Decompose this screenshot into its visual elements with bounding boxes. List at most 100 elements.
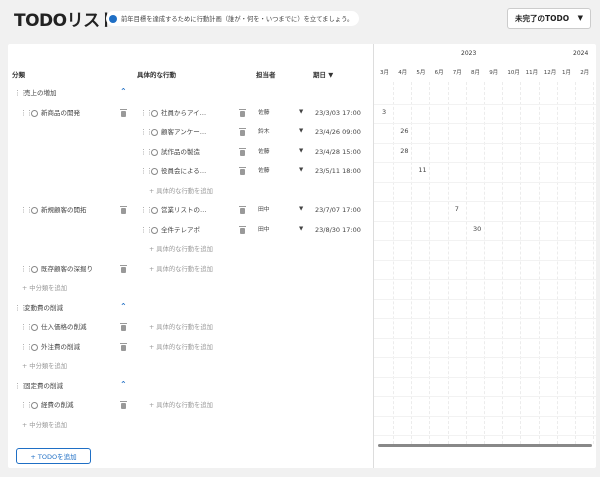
gantt-month-label: 11月	[525, 70, 539, 76]
gantt-row-line	[374, 123, 596, 124]
gantt-month-label: 9月	[489, 70, 499, 76]
complete-check-icon[interactable]	[151, 207, 158, 214]
gantt-due-marker: 26	[400, 127, 409, 135]
gantt-row-line	[374, 279, 596, 280]
owner-value[interactable]: 佐藤	[258, 108, 270, 118]
gantt-month-label: 6月	[434, 70, 444, 76]
complete-check-icon[interactable]	[31, 265, 38, 273]
add-subcategory-link[interactable]: + 中分類を追加	[22, 283, 67, 292]
complete-check-icon[interactable]	[31, 343, 38, 351]
gantt-row-line	[374, 181, 596, 183]
owner-dropdown-icon[interactable]: ▼	[299, 109, 303, 115]
subcategory-name: 仕入価格の削減	[41, 323, 87, 331]
add-todo-button[interactable]: + TODOを追加	[16, 448, 91, 464]
column-header-due-label: 期日	[313, 71, 326, 79]
trash-icon[interactable]	[120, 206, 127, 214]
trash-icon[interactable]	[120, 342, 127, 351]
trash-icon[interactable]	[239, 206, 246, 214]
owner-value[interactable]: 田中	[258, 205, 270, 215]
collapse-chevron-icon[interactable]: ⌃	[120, 302, 127, 311]
gantt-gridline	[575, 82, 576, 444]
gantt-gridline	[465, 82, 467, 444]
todo-filter-select[interactable]: 未完了のTODO ▼	[507, 8, 591, 29]
add-action-link[interactable]: + 具体的な行動を追加	[149, 264, 213, 273]
collapse-chevron-icon[interactable]: ⌃	[120, 380, 127, 389]
add-action-link[interactable]: + 具体的な行動を追加	[149, 400, 213, 409]
trash-icon[interactable]	[239, 108, 246, 117]
gantt-row-line	[374, 220, 596, 222]
complete-check-icon[interactable]	[31, 402, 38, 409]
chevron-down-icon: ▼	[577, 14, 583, 22]
add-action-link[interactable]: + 具体的な行動を追加	[149, 186, 213, 195]
owner-value[interactable]: 田中	[258, 225, 270, 235]
add-subcategory-link[interactable]: + 中分類を追加	[22, 361, 67, 370]
add-subcategory-link[interactable]: + 中分類を追加	[22, 420, 67, 429]
due-date-value[interactable]: 23/3/03 17:00	[315, 108, 361, 118]
gantt-month-label: 2月	[580, 70, 590, 76]
due-date-value[interactable]: 23/4/28 15:00	[315, 147, 361, 157]
gantt-gridline	[393, 82, 394, 444]
gantt-gridline	[447, 82, 449, 444]
complete-check-icon[interactable]	[151, 129, 158, 136]
owner-dropdown-icon[interactable]: ▼	[299, 148, 303, 154]
gantt-due-marker: 7	[454, 205, 459, 213]
action-text[interactable]: 試作品の製造	[161, 147, 200, 157]
complete-check-icon[interactable]	[151, 109, 158, 117]
gantt-gridline	[502, 82, 504, 444]
action-text[interactable]: 営業リストの…	[161, 205, 207, 215]
todo-table: 分類 具体的な行動 担当者 期日 ▼ ⋮⋮ 売上の増加 ⌃ ⋮⋮ 新商品の開発 ⋮⋮ 社員か…	[8, 44, 373, 468]
gantt-month-label: 12月	[543, 70, 557, 76]
trash-icon[interactable]	[239, 147, 246, 156]
column-header-owner: 担当者	[256, 71, 276, 79]
trash-icon[interactable]	[239, 225, 246, 234]
column-header-due[interactable]: 期日 ▼	[313, 69, 333, 79]
gantt-gridline	[538, 82, 540, 444]
gantt-horizontal-scrollbar[interactable]	[378, 444, 592, 447]
owner-dropdown-icon[interactable]: ▼	[299, 206, 303, 212]
complete-check-icon[interactable]	[31, 324, 38, 331]
complete-check-icon[interactable]	[151, 168, 158, 175]
gantt-month-label: 7月	[452, 70, 462, 76]
gantt-due-marker: 28	[400, 146, 409, 155]
owner-value[interactable]: 佐藤	[258, 147, 270, 157]
trash-icon[interactable]	[120, 264, 127, 273]
gantt-row-line	[374, 201, 596, 202]
owner-value[interactable]: 佐藤	[258, 166, 270, 176]
gantt-gridline	[429, 82, 431, 444]
gantt-row-line	[374, 298, 596, 300]
gantt-row-line	[374, 142, 596, 144]
gantt-month-label: 8月	[471, 70, 480, 76]
gantt-row-line	[374, 337, 596, 339]
gantt-due-marker: 30	[473, 224, 482, 233]
collapse-chevron-icon[interactable]: ⌃	[120, 87, 127, 96]
group-name: 売上の増加	[24, 89, 57, 97]
add-action-link[interactable]: + 具体的な行動を追加	[149, 322, 213, 331]
add-action-link[interactable]: + 具体的な行動を追加	[149, 244, 213, 253]
owner-dropdown-icon[interactable]: ▼	[299, 226, 303, 232]
due-date-value[interactable]: 23/5/11 18:00	[315, 166, 361, 176]
owner-dropdown-icon[interactable]: ▼	[299, 128, 303, 134]
group-name: 変動費の削減	[24, 303, 63, 312]
due-date-value[interactable]: 23/7/07 17:00	[315, 205, 361, 215]
complete-check-icon[interactable]	[31, 109, 38, 117]
subcategory-name: 外注費の削減	[41, 342, 80, 351]
owner-dropdown-icon[interactable]: ▼	[299, 167, 303, 173]
due-date-value[interactable]: 23/4/26 09:00	[315, 127, 361, 137]
add-action-link[interactable]: + 具体的な行動を追加	[149, 342, 213, 351]
trash-icon[interactable]	[120, 108, 127, 117]
trash-icon[interactable]	[120, 323, 127, 331]
complete-check-icon[interactable]	[151, 148, 158, 156]
action-text[interactable]: 社員からアイ…	[161, 108, 206, 118]
trash-icon[interactable]	[120, 401, 127, 409]
action-text[interactable]: 顧客アンケー…	[161, 127, 206, 137]
due-date-value[interactable]: 23/8/30 17:00	[315, 225, 361, 235]
trash-icon[interactable]	[239, 128, 246, 136]
subcategory-name: 経費の削減	[41, 401, 74, 409]
complete-check-icon[interactable]	[31, 207, 38, 214]
action-text[interactable]: 役員会による…	[161, 166, 206, 176]
action-text[interactable]: 全件テレアポ	[161, 225, 200, 235]
trash-icon[interactable]	[239, 167, 246, 175]
complete-check-icon[interactable]	[151, 226, 158, 234]
owner-value[interactable]: 鈴木	[258, 127, 270, 137]
gantt-month-label: 10月	[507, 70, 520, 76]
